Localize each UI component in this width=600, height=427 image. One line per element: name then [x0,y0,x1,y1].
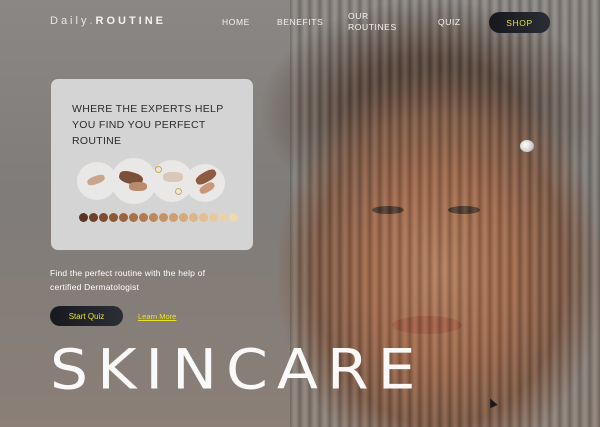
learn-more-link[interactable]: Learn More [138,312,176,321]
brand-logo-routine: ROUTINE [95,15,167,27]
skin-tone-swatch [219,213,228,222]
start-quiz-button[interactable]: Start Quiz [50,306,123,326]
experts-card-title: WHERE THE EXPERTS HELP YOU FIND YOU PERF… [72,103,224,147]
nav-home-link[interactable]: HOME [222,17,250,27]
skin-tone-swatch [119,213,128,222]
skin-tone-swatch [129,213,138,222]
skin-tone-swatches [79,213,238,222]
skin-tone-swatch [139,213,148,222]
skin-tone-swatch [109,213,118,222]
product-smears-image [77,158,227,208]
skin-tone-swatch [199,213,208,222]
skin-tone-swatch [169,213,178,222]
skin-tone-swatch [89,213,98,222]
nav-our-routines-link[interactable]: OUR ROUTINES [348,11,400,33]
earring [520,140,534,152]
hero-big-title: SKINCARE [50,338,425,403]
gold-ring [175,188,182,195]
skin-tone-swatch [179,213,188,222]
nav-benefits-link[interactable]: BENEFITS [277,17,323,27]
skin-tone-swatch [79,213,88,222]
skin-tone-swatch [209,213,218,222]
skin-tone-swatch [189,213,198,222]
experts-card: WHERE THE EXPERTS HELP YOU FIND YOU PERF… [51,79,253,250]
nav-quiz-link[interactable]: QUIZ [438,17,461,27]
skin-tone-swatch [99,213,108,222]
top-navigation: Daily.ROUTINE HOME BENEFITS OUR ROUTINES… [0,0,600,46]
skin-tone-swatch [159,213,168,222]
gold-ring [155,166,162,173]
skin-tone-swatch [149,213,158,222]
skin-tone-swatch [229,213,238,222]
product-smear [163,172,183,182]
hero-description: Find the perfect routine with the help o… [50,268,206,292]
shop-button[interactable]: SHOP [489,12,550,33]
brand-logo-daily: Daily [50,15,90,27]
brand-logo[interactable]: Daily.ROUTINE [50,15,166,27]
product-smear [129,182,147,191]
